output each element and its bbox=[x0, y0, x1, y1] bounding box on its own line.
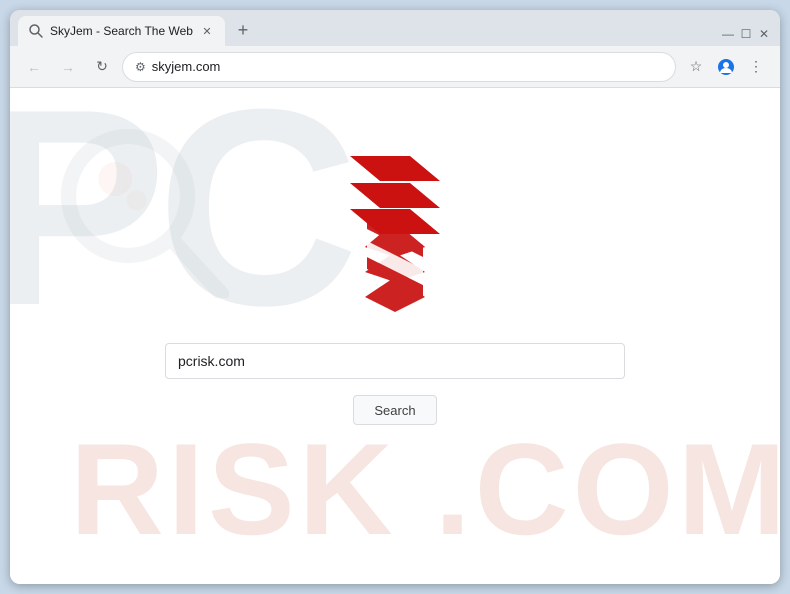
suzuki-logo-svg bbox=[340, 141, 450, 251]
search-input-wrapper bbox=[165, 343, 625, 379]
search-input[interactable] bbox=[178, 353, 612, 369]
close-window-button[interactable]: ✕ bbox=[756, 26, 772, 42]
toolbar: ← → ↻ ⚙ skyjem.com ☆ ⋮ bbox=[10, 46, 780, 88]
tab-favicon-icon bbox=[28, 23, 44, 39]
bookmark-button[interactable]: ☆ bbox=[682, 53, 710, 81]
watermark-com-text: .COM bbox=[435, 414, 780, 564]
menu-button[interactable]: ⋮ bbox=[742, 53, 770, 81]
tab-title: SkyJem - Search The Web bbox=[50, 24, 193, 38]
lock-icon: ⚙ bbox=[135, 60, 146, 74]
url-text: skyjem.com bbox=[152, 59, 663, 74]
back-button[interactable]: ← bbox=[20, 53, 48, 81]
page-content: PC RISK .COM bbox=[10, 88, 780, 584]
search-button[interactable]: Search bbox=[353, 395, 436, 425]
minimize-button[interactable]: — bbox=[720, 26, 736, 42]
watermark-risk-text: RISK bbox=[70, 414, 397, 564]
profile-button[interactable] bbox=[712, 53, 740, 81]
refresh-button[interactable]: ↻ bbox=[88, 53, 116, 81]
search-container: Search bbox=[165, 217, 625, 425]
active-tab[interactable]: SkyJem - Search The Web ✕ bbox=[18, 16, 225, 46]
browser-window: SkyJem - Search The Web ✕ + — ☐ ✕ ← → ↻ … bbox=[10, 10, 780, 584]
maximize-button[interactable]: ☐ bbox=[738, 26, 754, 42]
tab-close-button[interactable]: ✕ bbox=[199, 23, 215, 39]
profile-icon bbox=[717, 58, 735, 76]
toolbar-actions: ☆ ⋮ bbox=[682, 53, 770, 81]
title-bar: SkyJem - Search The Web ✕ + — ☐ ✕ bbox=[10, 10, 780, 46]
forward-button[interactable]: → bbox=[54, 53, 82, 81]
window-controls: — ☐ ✕ bbox=[720, 26, 772, 42]
tab-area: SkyJem - Search The Web ✕ + bbox=[18, 16, 720, 46]
address-bar[interactable]: ⚙ skyjem.com bbox=[122, 52, 676, 82]
new-tab-button[interactable]: + bbox=[229, 16, 257, 44]
